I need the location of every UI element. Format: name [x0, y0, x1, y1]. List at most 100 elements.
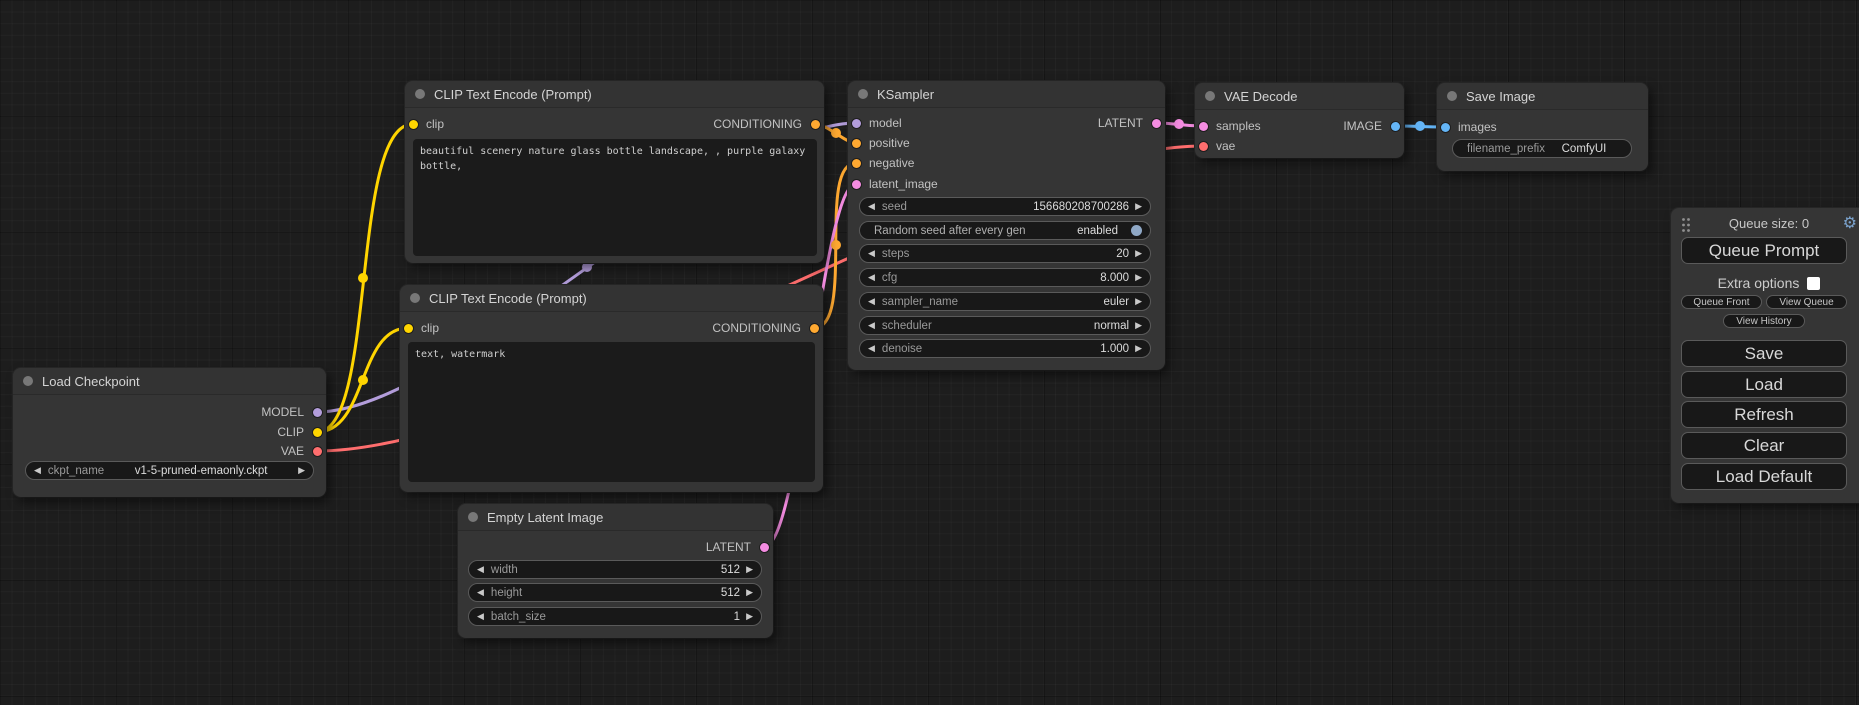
widget-ckpt-name[interactable]: ◀ ckpt_name v1-5-pruned-emaonly.ckpt ▶ [25, 461, 314, 480]
increment-arrow-icon[interactable]: ▶ [746, 612, 753, 621]
increment-arrow-icon[interactable]: ▶ [1135, 344, 1142, 353]
widget-value[interactable]: 156680208700286 [1033, 201, 1129, 213]
input-images[interactable]: images [1441, 120, 1497, 134]
save-button[interactable]: Save [1681, 340, 1847, 367]
node-title-bar[interactable]: KSampler [848, 81, 1165, 108]
extra-options-checkbox[interactable] [1807, 277, 1820, 290]
queue-front-button[interactable]: Queue Front [1681, 295, 1762, 309]
widget-value[interactable]: ComfyUI [1562, 143, 1607, 155]
input-positive[interactable]: positive [852, 136, 910, 150]
increment-arrow-icon[interactable]: ▶ [1135, 249, 1142, 258]
input-vae[interactable]: vae [1199, 139, 1235, 153]
input-clip[interactable]: clip [404, 321, 439, 335]
output-conditioning[interactable]: CONDITIONING [713, 117, 820, 131]
node-save-image[interactable]: Save Image images filename_prefix ComfyU… [1437, 83, 1648, 171]
widget-width[interactable]: ◀ width 512 ▶ [468, 560, 762, 579]
increment-arrow-icon[interactable]: ▶ [746, 588, 753, 597]
output-clip[interactable]: CLIP [277, 425, 322, 439]
clear-button[interactable]: Clear [1681, 432, 1847, 459]
widget-denoise[interactable]: ◀ denoise 1.000 ▶ [859, 339, 1151, 358]
widget-value[interactable]: 512 [721, 564, 740, 576]
collapse-dot-icon[interactable] [410, 293, 420, 303]
input-model[interactable]: model [852, 116, 902, 130]
decrement-arrow-icon[interactable]: ◀ [477, 612, 484, 621]
node-vae-decode[interactable]: VAE Decode samples vae IMAGE [1195, 83, 1404, 158]
widget-value[interactable]: 1 [734, 611, 740, 623]
node-title: Empty Latent Image [487, 510, 603, 525]
increment-arrow-icon[interactable]: ▶ [298, 466, 305, 475]
settings-gear-icon[interactable]: ⚙ [1843, 214, 1857, 234]
output-vae[interactable]: VAE [281, 444, 322, 458]
decrement-arrow-icon[interactable]: ◀ [868, 321, 875, 330]
node-title-bar[interactable]: CLIP Text Encode (Prompt) [405, 81, 824, 108]
node-load-checkpoint[interactable]: Load Checkpoint MODEL CLIP VAE ◀ ckpt_na… [13, 368, 326, 497]
decrement-arrow-icon[interactable]: ◀ [868, 344, 875, 353]
collapse-dot-icon[interactable] [23, 376, 33, 386]
widget-value[interactable]: enabled [1077, 225, 1118, 237]
decrement-arrow-icon[interactable]: ◀ [868, 202, 875, 211]
decrement-arrow-icon[interactable]: ◀ [868, 249, 875, 258]
node-clip-text-encode-negative[interactable]: CLIP Text Encode (Prompt) clip CONDITION… [400, 285, 823, 492]
toggle-dot-icon[interactable] [1131, 225, 1142, 236]
output-latent[interactable]: LATENT [1098, 116, 1161, 130]
refresh-button[interactable]: Refresh [1681, 401, 1847, 428]
input-clip[interactable]: clip [409, 117, 444, 131]
node-title-bar[interactable]: VAE Decode [1195, 83, 1404, 110]
clip-port-dot [313, 428, 322, 437]
output-latent[interactable]: LATENT [706, 540, 769, 554]
node-empty-latent-image[interactable]: Empty Latent Image LATENT ◀ width 512 ▶ … [458, 504, 773, 638]
decrement-arrow-icon[interactable]: ◀ [868, 297, 875, 306]
decrement-arrow-icon[interactable]: ◀ [868, 273, 875, 282]
increment-arrow-icon[interactable]: ▶ [746, 565, 753, 574]
node-clip-text-encode-positive[interactable]: CLIP Text Encode (Prompt) clip CONDITION… [405, 81, 824, 263]
decrement-arrow-icon[interactable]: ◀ [477, 565, 484, 574]
increment-arrow-icon[interactable]: ▶ [1135, 202, 1142, 211]
widget-scheduler[interactable]: ◀ scheduler normal ▶ [859, 316, 1151, 335]
widget-value[interactable]: 512 [721, 587, 740, 599]
widget-value[interactable]: v1-5-pruned-emaonly.ckpt [135, 465, 268, 477]
load-button[interactable]: Load [1681, 371, 1847, 398]
widget-sampler-name[interactable]: ◀ sampler_name euler ▶ [859, 292, 1151, 311]
widget-value[interactable]: 20 [1116, 248, 1129, 260]
output-model[interactable]: MODEL [261, 405, 322, 419]
increment-arrow-icon[interactable]: ▶ [1135, 273, 1142, 282]
decrement-arrow-icon[interactable]: ◀ [34, 466, 41, 475]
collapse-dot-icon[interactable] [415, 89, 425, 99]
input-latent-image[interactable]: latent_image [852, 177, 938, 191]
load-default-button[interactable]: Load Default [1681, 463, 1847, 490]
node-ksampler[interactable]: KSampler model positive negative latent_… [848, 81, 1165, 370]
widget-random-seed-toggle[interactable]: Random seed after every gen enabled [859, 221, 1151, 240]
view-history-button[interactable]: View History [1723, 314, 1805, 328]
widget-value[interactable]: euler [1104, 296, 1130, 308]
widget-value[interactable]: 8.000 [1100, 272, 1129, 284]
widget-filename-prefix[interactable]: filename_prefix ComfyUI [1452, 139, 1632, 158]
collapse-dot-icon[interactable] [858, 89, 868, 99]
prompt-textarea-positive[interactable]: beautiful scenery nature glass bottle la… [413, 139, 817, 256]
input-negative[interactable]: negative [852, 156, 914, 170]
button-label: Queue Front [1693, 297, 1749, 308]
collapse-dot-icon[interactable] [1205, 91, 1215, 101]
queue-prompt-button[interactable]: Queue Prompt [1681, 237, 1847, 264]
decrement-arrow-icon[interactable]: ◀ [477, 588, 484, 597]
node-title-bar[interactable]: Empty Latent Image [458, 504, 773, 531]
output-conditioning[interactable]: CONDITIONING [712, 321, 819, 335]
increment-arrow-icon[interactable]: ▶ [1135, 297, 1142, 306]
increment-arrow-icon[interactable]: ▶ [1135, 321, 1142, 330]
node-title-bar[interactable]: CLIP Text Encode (Prompt) [400, 285, 823, 312]
prompt-textarea-negative[interactable]: text, watermark [408, 342, 815, 482]
graph-canvas[interactable]: Load Checkpoint MODEL CLIP VAE ◀ ckpt_na… [0, 0, 1859, 705]
view-queue-button[interactable]: View Queue [1766, 295, 1847, 309]
widget-value[interactable]: 1.000 [1100, 343, 1129, 355]
output-image[interactable]: IMAGE [1343, 119, 1400, 133]
input-samples[interactable]: samples [1199, 119, 1261, 133]
collapse-dot-icon[interactable] [468, 512, 478, 522]
widget-cfg[interactable]: ◀ cfg 8.000 ▶ [859, 268, 1151, 287]
widget-seed[interactable]: ◀ seed 156680208700286 ▶ [859, 197, 1151, 216]
node-title-bar[interactable]: Load Checkpoint [13, 368, 326, 395]
widget-steps[interactable]: ◀ steps 20 ▶ [859, 244, 1151, 263]
widget-value[interactable]: normal [1094, 320, 1129, 332]
collapse-dot-icon[interactable] [1447, 91, 1457, 101]
widget-batch-size[interactable]: ◀ batch_size 1 ▶ [468, 607, 762, 626]
node-title-bar[interactable]: Save Image [1437, 83, 1648, 110]
widget-height[interactable]: ◀ height 512 ▶ [468, 583, 762, 602]
